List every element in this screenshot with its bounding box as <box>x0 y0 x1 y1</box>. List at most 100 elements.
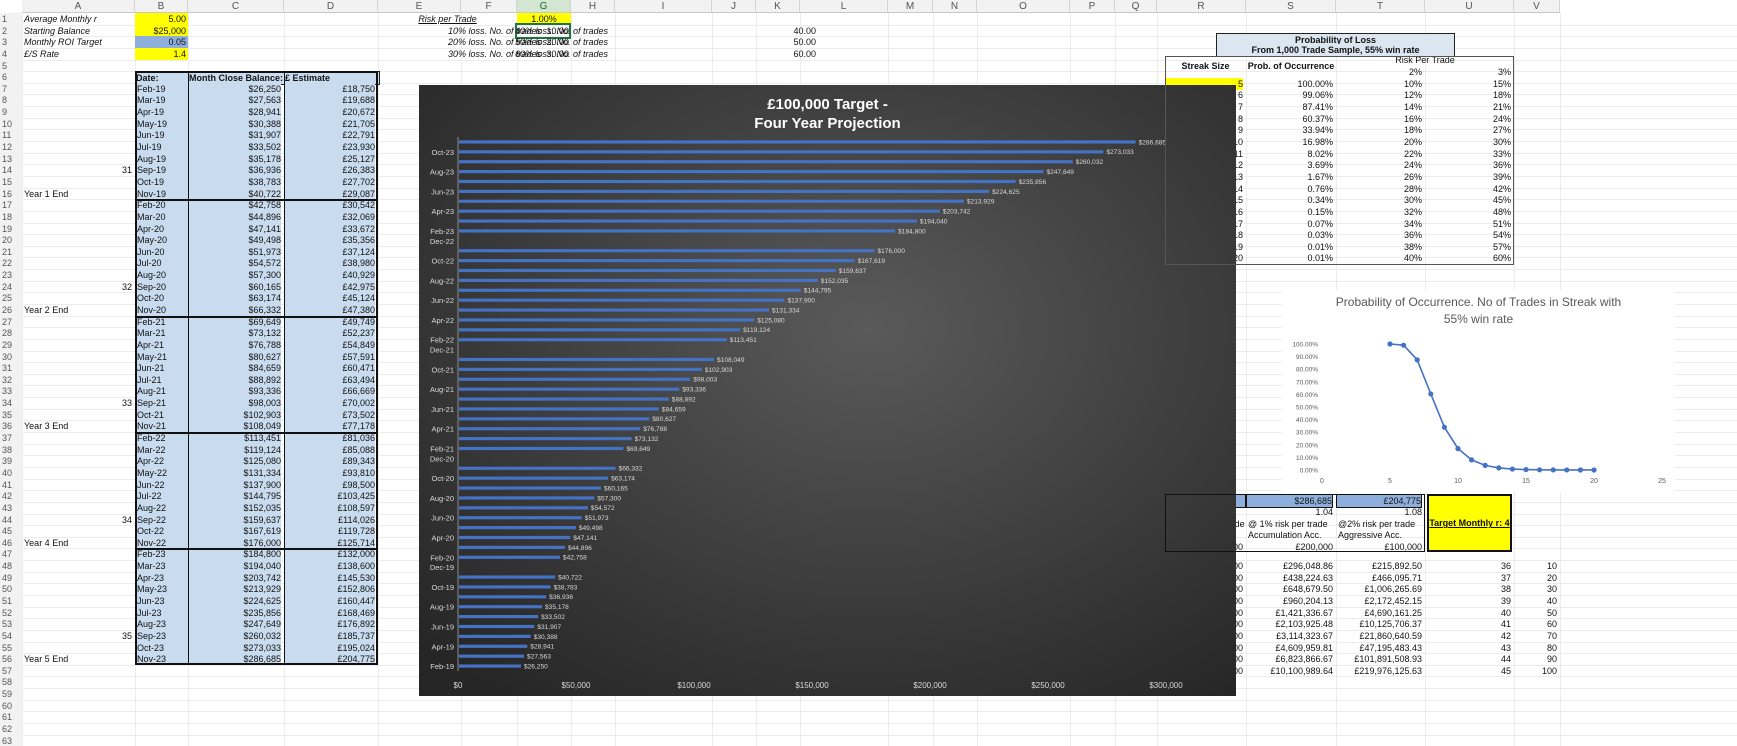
year-accumulation[interactable]: £10,100,989.64 <box>1246 665 1333 677</box>
prob-x-tick-label: 25 <box>1658 478 1666 485</box>
year-aggressive[interactable]: £4,690,161.25 <box>1336 607 1422 619</box>
year-aggressive[interactable]: £2,172,452.15 <box>1336 595 1422 607</box>
y-tick-label: Dec-22 <box>430 237 454 246</box>
year-col-v[interactable]: 50 <box>1514 607 1557 619</box>
column-header-i[interactable]: I <box>615 0 712 13</box>
param-value[interactable]: 1.4 <box>135 47 188 60</box>
year-accumulation[interactable]: £3,114,323.67 <box>1246 630 1333 642</box>
column-header-o[interactable]: O <box>977 0 1070 13</box>
column-header-n[interactable]: N <box>933 0 977 13</box>
year-aggressive[interactable]: £219,976,125.63 <box>1336 665 1422 677</box>
year-accumulation[interactable]: £960,204.13 <box>1246 595 1333 607</box>
bar-data-label: $66,332 <box>619 466 643 473</box>
column-header-c[interactable]: C <box>188 0 284 13</box>
year-col-u[interactable]: 38 <box>1425 583 1511 595</box>
year-col-u[interactable]: 40 <box>1425 607 1511 619</box>
loss-trades[interactable]: 50.00 <box>776 36 816 48</box>
column-header-q[interactable]: Q <box>1115 0 1157 13</box>
year-col-v[interactable]: 30 <box>1514 583 1557 595</box>
bar-data-label: $42,758 <box>563 555 587 562</box>
year-end-label: Year 2 End <box>24 305 69 315</box>
column-header-f[interactable]: F <box>461 0 517 13</box>
year-accumulation[interactable]: £6,823,866.67 <box>1246 653 1333 665</box>
row-header[interactable]: 63 <box>0 734 22 746</box>
bar-data-label: $49,498 <box>579 525 603 532</box>
bar <box>459 189 990 193</box>
y-tick-label: Dec-20 <box>430 454 454 463</box>
year-accumulation[interactable]: £438,224.63 <box>1246 572 1333 584</box>
column-header-k[interactable]: K <box>756 0 800 13</box>
year-aggressive[interactable]: £10,125,706.37 <box>1336 618 1422 630</box>
year-aggressive[interactable]: £101,891,508.93 <box>1336 653 1422 665</box>
year-aggressive[interactable]: £1,006,265.69 <box>1336 583 1422 595</box>
year-col-u[interactable]: 42 <box>1425 630 1511 642</box>
year-col-v[interactable]: 100 <box>1514 665 1557 677</box>
column-header-a[interactable]: A <box>22 0 135 13</box>
prob-y-tick-label: 50.00% <box>1296 405 1318 412</box>
year-col-v[interactable]: 40 <box>1514 595 1557 607</box>
year-col-u[interactable]: 43 <box>1425 642 1511 654</box>
column-header-r[interactable]: R <box>1157 0 1246 13</box>
bar-data-label: $26,250 <box>524 663 548 670</box>
param-value[interactable]: 0.05 <box>135 36 188 49</box>
year-col-v[interactable]: 10 <box>1514 560 1557 572</box>
column-header-u[interactable]: U <box>1425 0 1514 13</box>
year-accumulation[interactable]: £296,048.86 <box>1246 560 1333 572</box>
year-aggressive[interactable]: £215,892.50 <box>1336 560 1422 572</box>
bar <box>459 407 659 411</box>
param-value[interactable]: 5.00 <box>135 13 188 25</box>
param-value[interactable]: $25,000 <box>135 24 188 37</box>
column-header-m[interactable]: M <box>888 0 933 13</box>
year-col-v[interactable]: 20 <box>1514 572 1557 584</box>
bar-data-label: $27,563 <box>527 654 551 661</box>
bar-data-label: $224,625 <box>992 189 1020 196</box>
prob-y-tick-label: 70.00% <box>1296 379 1318 386</box>
year-aggressive[interactable]: £466,095.71 <box>1336 572 1422 584</box>
year-col-u[interactable]: 44 <box>1425 653 1511 665</box>
chart-title-line: Four Year Projection <box>754 115 900 132</box>
column-header-t[interactable]: T <box>1336 0 1425 13</box>
prob-point <box>1428 391 1434 397</box>
column-header-v[interactable]: V <box>1514 0 1560 13</box>
prob-y-tick-label: 80.00% <box>1296 367 1318 374</box>
column-header-h[interactable]: H <box>571 0 615 13</box>
column-header-b[interactable]: B <box>135 0 188 13</box>
prob-point <box>1591 467 1597 473</box>
year-col-v[interactable]: 60 <box>1514 618 1557 630</box>
year-accumulation[interactable]: £2,103,925.48 <box>1246 618 1333 630</box>
prob-x-tick-label: 5 <box>1388 478 1392 485</box>
year-aggressive[interactable]: £47,195,483.43 <box>1336 642 1422 654</box>
year-accumulation[interactable]: £4,609,959.81 <box>1246 642 1333 654</box>
year-col-u[interactable]: 36 <box>1425 560 1511 572</box>
year-col-v[interactable]: 80 <box>1514 642 1557 654</box>
year-accumulation[interactable]: £648,679.50 <box>1246 583 1333 595</box>
target-monthly[interactable]: Target Monthly r: 4 <box>1427 494 1512 553</box>
year-col-u[interactable]: 45 <box>1425 665 1511 677</box>
year-col-v[interactable]: 90 <box>1514 653 1557 665</box>
column-header-j[interactable]: J <box>712 0 756 13</box>
year-col-u[interactable]: 41 <box>1425 618 1511 630</box>
column-header-d[interactable]: D <box>284 0 378 13</box>
year-col-v[interactable]: 70 <box>1514 630 1557 642</box>
column-header-l[interactable]: L <box>800 0 888 13</box>
probability-chart[interactable]: Probability of Occurrence. No of Trades … <box>1282 290 1675 492</box>
prob-point <box>1401 342 1407 348</box>
year-col-u[interactable]: 39 <box>1425 595 1511 607</box>
projection-chart[interactable]: £100,000 Target - Four Year Projection $0 $… <box>419 85 1236 696</box>
year-accumulation[interactable]: £1,421,336.67 <box>1246 607 1333 619</box>
column-header-p[interactable]: P <box>1070 0 1115 13</box>
prob-y-tick-label: 40.00% <box>1296 417 1318 424</box>
loss-trades[interactable]: 60.00 <box>776 48 816 60</box>
loss-trades[interactable]: 40.00 <box>776 25 816 37</box>
bar-data-label: $60,165 <box>604 485 628 492</box>
year-col-u[interactable]: 37 <box>1425 572 1511 584</box>
bar-data-label: $31,907 <box>537 624 561 631</box>
bar-data-label: $88,892 <box>672 396 696 403</box>
y-tick-label: Oct-23 <box>431 148 454 157</box>
column-header-g[interactable]: G <box>517 0 571 13</box>
column-header-e[interactable]: E <box>378 0 461 13</box>
bar <box>459 624 535 629</box>
column-header-s[interactable]: S <box>1246 0 1336 13</box>
year-aggressive[interactable]: £21,860,640.59 <box>1336 630 1422 642</box>
risk-value[interactable]: 1.00% <box>517 13 571 25</box>
